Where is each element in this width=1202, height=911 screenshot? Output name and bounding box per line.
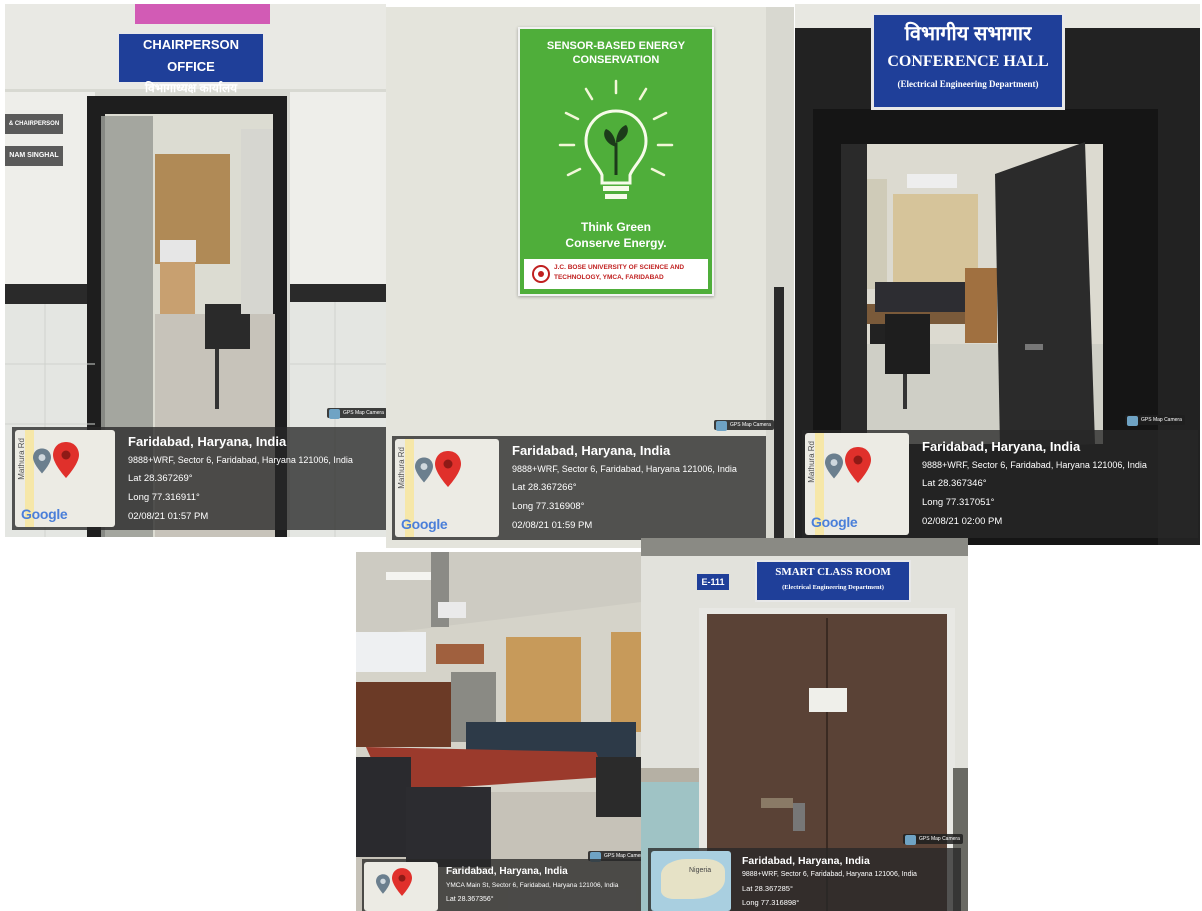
room-number-sign: E-111 — [697, 574, 729, 590]
poster-slogan-1: Think Green — [580, 220, 651, 234]
location-city: Faridabad, Haryana, India — [128, 434, 287, 449]
conference-sign-english: CONFERENCE HALL — [887, 53, 1049, 70]
google-logo: Google — [401, 516, 448, 532]
location-latitude: Lat 28.367356° — [446, 896, 494, 903]
poster-university: J.C. BOSE UNIVERSITY OF SCIENCE AND TECH… — [554, 264, 685, 281]
location-longitude: Long 77.316898° — [742, 898, 800, 907]
map-thumbnail: Mathura Rd Google — [805, 433, 909, 535]
gps-map-camera-tag: GPS Map Camera — [327, 408, 386, 419]
name-plate-bottom: NAM SINGHAL — [5, 146, 63, 166]
location-latitude: Lat 28.367346° — [922, 478, 987, 489]
location-address: 9888+WRF, Sector 6, Faridabad, Haryana 1… — [128, 455, 353, 465]
gps-map-camera-tag: GPS Map Camera — [714, 420, 774, 431]
grey-pin-icon — [825, 453, 843, 479]
poster-title: SENSOR-BASED ENERGY CONSERVATION — [546, 40, 686, 66]
location-address: 9888+WRF, Sector 6, Faridabad, Haryana 1… — [922, 460, 1147, 470]
smart-sign-english: SMART CLASS ROOM — [775, 566, 891, 578]
location-info: Faridabad, Haryana, India 9888+WRF, Sect… — [922, 438, 1147, 531]
location-longitude: Long 77.316911° — [128, 492, 200, 503]
conference-hall-sign: विभागीय सभागार CONFERENCE HALL (Electric… — [871, 12, 1065, 110]
photo-meeting-room: GPS Map Camera Faridabad, Haryana, India… — [356, 552, 641, 911]
grey-pin-icon — [33, 448, 51, 474]
location-pin-icon — [53, 442, 79, 478]
location-longitude: Long 77.317051° — [922, 497, 995, 508]
poster-slogan-2: Conserve Energy. — [565, 236, 667, 250]
location-latitude: Lat 28.367285° — [742, 884, 793, 893]
location-datetime: 02/08/21 01:59 PM — [512, 520, 593, 531]
gps-overlay: Nigeria Faridabad, Haryana, India 9888+W… — [648, 848, 961, 911]
gps-overlay: Mathura Rd Google Faridabad, Haryana, In… — [12, 427, 386, 530]
gps-overlay: Mathura Rd Google Faridabad, Haryana, In… — [392, 436, 766, 540]
map-thumbnail: Mathura Rd Google — [395, 439, 499, 537]
gps-overlay: Mathura Rd Google Faridabad, Haryana, In… — [802, 430, 1198, 538]
university-seal-icon — [532, 265, 550, 283]
location-info: Faridabad, Haryana, India 9888+WRF, Sect… — [128, 433, 353, 526]
photo-chairperson-office: CHAIRPERSON OFFICE विभागाध्यक्ष कार्यालय… — [5, 4, 386, 537]
photo-conference-hall: विभागीय सभागार CONFERENCE HALL (Electric… — [795, 4, 1200, 545]
location-latitude: Lat 28.367266° — [512, 482, 577, 493]
location-info: Faridabad, Haryana, India 9888+WRF, Sect… — [512, 442, 737, 535]
gps-map-camera-tag: GPS Map Camera — [903, 834, 963, 845]
location-city: Faridabad, Haryana, India — [922, 439, 1081, 454]
poster-university-strip: J.C. BOSE UNIVERSITY OF SCIENCE AND TECH… — [524, 259, 708, 289]
chairperson-sign: CHAIRPERSON OFFICE विभागाध्यक्ष कार्यालय — [117, 32, 265, 95]
photo-smart-class-room: E-111 SMART CLASS ROOM (Electrical Engin… — [641, 538, 968, 911]
chairperson-sign-hindi: विभागाध्यक्ष कार्यालय — [144, 81, 238, 95]
name-plate-top: & CHAIRPERSON — [5, 114, 63, 134]
smart-class-room-sign: SMART CLASS ROOM (Electrical Engineering… — [755, 560, 911, 602]
lightbulb-icon — [558, 79, 674, 199]
location-city: Faridabad, Haryana, India — [446, 866, 568, 877]
chairperson-sign-english: CHAIRPERSON OFFICE — [142, 37, 240, 74]
google-logo: Google — [811, 514, 858, 530]
gps-overlay: Faridabad, Haryana, India YMCA Main St, … — [362, 859, 641, 911]
location-info: Faridabad, Haryana, India YMCA Main St, … — [446, 865, 618, 907]
map-road-label: Mathura Rd — [807, 441, 816, 483]
location-latitude: Lat 28.367269° — [128, 473, 193, 484]
smart-sign-department: (Electrical Engineering Department) — [782, 584, 884, 591]
location-pin-icon — [392, 868, 412, 896]
map-road-label: Mathura Rd — [397, 447, 406, 489]
location-info: Faridabad, Haryana, India 9888+WRF, Sect… — [742, 854, 917, 910]
map-thumbnail: Nigeria — [651, 851, 731, 911]
location-pin-icon — [435, 451, 461, 487]
location-city: Faridabad, Haryana, India — [512, 443, 671, 458]
map-country-label: Nigeria — [689, 867, 712, 874]
location-datetime: 02/08/21 02:00 PM — [922, 516, 1003, 527]
conference-sign-department: (Electrical Engineering Department) — [897, 79, 1039, 89]
gps-map-camera-tag: GPS Map Camera — [1125, 415, 1185, 426]
energy-poster: SENSOR-BASED ENERGY CONSERVATION Think G… — [518, 27, 714, 296]
photo-energy-poster: SENSOR-BASED ENERGY CONSERVATION Think G… — [386, 7, 794, 548]
grey-pin-icon — [415, 457, 433, 483]
map-thumbnail: Mathura Rd Google — [15, 430, 115, 527]
location-pin-icon — [845, 447, 871, 483]
location-longitude: Long 77.316908° — [512, 501, 585, 512]
location-city: Faridabad, Haryana, India — [742, 855, 870, 867]
google-logo: Google — [21, 506, 68, 522]
location-address: YMCA Main St, Sector 6, Faridabad, Harya… — [446, 882, 619, 889]
location-address: 9888+WRF, Sector 6, Faridabad, Haryana 1… — [742, 871, 917, 878]
grey-pin-icon — [376, 874, 390, 894]
location-address: 9888+WRF, Sector 6, Faridabad, Haryana 1… — [512, 464, 737, 474]
map-road-label: Mathura Rd — [17, 438, 26, 480]
map-thumbnail — [364, 862, 438, 911]
conference-sign-hindi: विभागीय सभागार — [904, 23, 1032, 45]
location-datetime: 02/08/21 01:57 PM — [128, 511, 209, 522]
